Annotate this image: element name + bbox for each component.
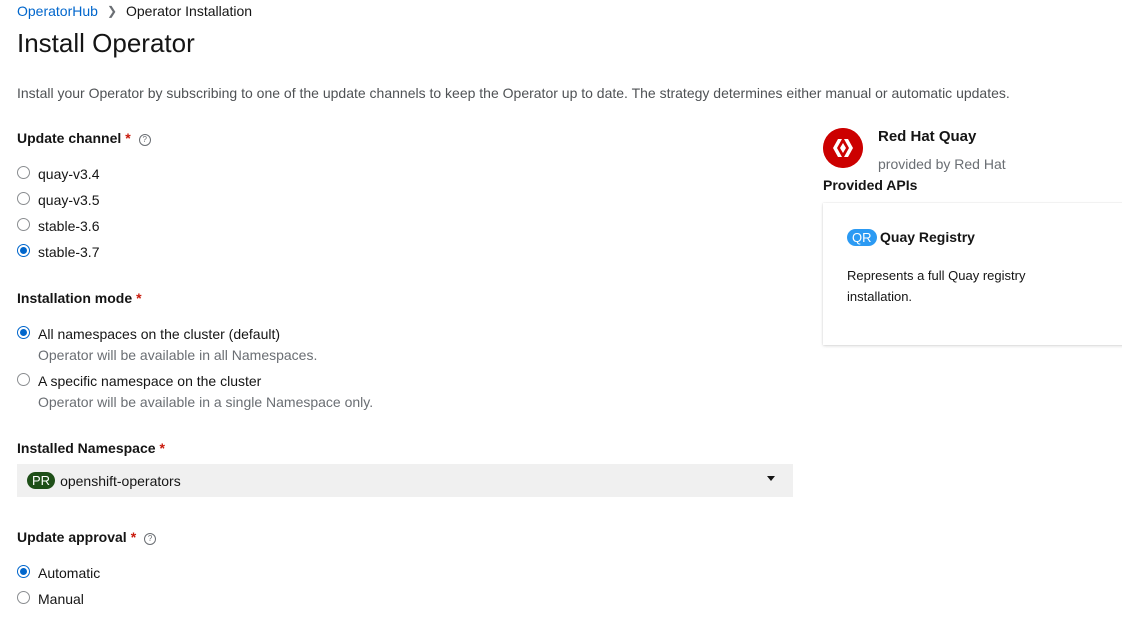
namespace-select-value: openshift-operators [60,472,181,489]
operator-name: Red Hat Quay [878,128,977,145]
channel-option-quay-v3-5[interactable]: quay-v3.5 [17,191,99,209]
help-icon[interactable]: ? [144,533,157,545]
channel-option-stable-3-6[interactable]: stable-3.6 [17,217,99,235]
update-approval-label: Update approval *? [17,528,157,546]
api-description: Represents a full Quay registry installa… [847,268,1026,304]
provided-apis-heading: Provided APIs [823,177,918,193]
required-marker: * [136,290,142,306]
mode-option-label: All namespaces on the cluster (default) [38,326,281,342]
mode-option-text: A specific namespace on the cluster Oper… [38,372,373,411]
page-description: Install your Operator by subscribing to … [17,85,1010,101]
radio-button[interactable] [17,218,30,231]
mode-option-label: A specific namespace on the cluster [38,373,262,389]
radio-button-selected[interactable] [17,244,30,257]
api-badge: QR [847,229,877,246]
quay-logo-icon [823,128,863,168]
mode-option-all-namespaces[interactable]: All namespaces on the cluster (default) … [17,325,317,364]
update-channel-label-text: Update channel [17,130,122,146]
update-channel-label: Update channel *? [17,129,151,147]
update-approval-label-text: Update approval [17,529,127,545]
required-marker: * [159,440,165,456]
provided-api-card: QR Quay Registry Represents a full Quay … [823,203,1122,345]
namespace-select[interactable]: PR openshift-operators [17,464,793,497]
installed-namespace-label-text: Installed Namespace [17,440,156,456]
caret-down-icon[interactable] [767,476,775,481]
channel-option-label: quay-v3.5 [38,192,100,208]
radio-button[interactable] [17,373,30,386]
breadcrumb: OperatorHub ❯ Operator Installation [17,2,252,20]
approval-option-automatic[interactable]: Automatic [17,564,100,582]
approval-option-label: Manual [38,591,84,607]
channel-option-quay-v3-4[interactable]: quay-v3.4 [17,165,99,183]
radio-button-selected[interactable] [17,326,30,339]
channel-option-stable-3-7[interactable]: stable-3.7 [17,243,99,261]
installed-namespace-label: Installed Namespace * [17,439,165,457]
channel-option-label: stable-3.7 [38,244,100,260]
namespace-badge: PR [27,472,56,489]
help-icon[interactable]: ? [138,134,151,146]
radio-button[interactable] [17,192,30,205]
chevron-right-icon: ❯ [106,4,117,18]
installation-mode-label: Installation mode * [17,289,142,307]
radio-button-selected[interactable] [17,565,30,578]
radio-button[interactable] [17,591,30,604]
channel-option-label: quay-v3.4 [38,166,100,182]
required-marker: * [125,130,131,146]
operator-provider: provided by Red Hat [878,156,1006,172]
installation-mode-label-text: Installation mode [17,290,133,306]
approval-option-manual[interactable]: Manual [17,590,84,608]
mode-option-specific-namespace[interactable]: A specific namespace on the cluster Oper… [17,372,373,411]
breadcrumb-current: Operator Installation [126,3,253,19]
page-title: Install Operator [17,28,195,58]
radio-button[interactable] [17,166,30,179]
quay-logo-svg [823,128,863,168]
mode-option-text: All namespaces on the cluster (default) … [38,325,317,364]
mode-option-description: Operator will be available in a single N… [38,394,374,410]
approval-option-label: Automatic [38,565,101,581]
breadcrumb-operatorhub-link[interactable]: OperatorHub [17,2,98,20]
required-marker: * [130,529,137,545]
api-name: Quay Registry [880,229,975,245]
mode-option-description: Operator will be available in all Namesp… [38,347,318,363]
channel-option-label: stable-3.6 [38,218,100,234]
